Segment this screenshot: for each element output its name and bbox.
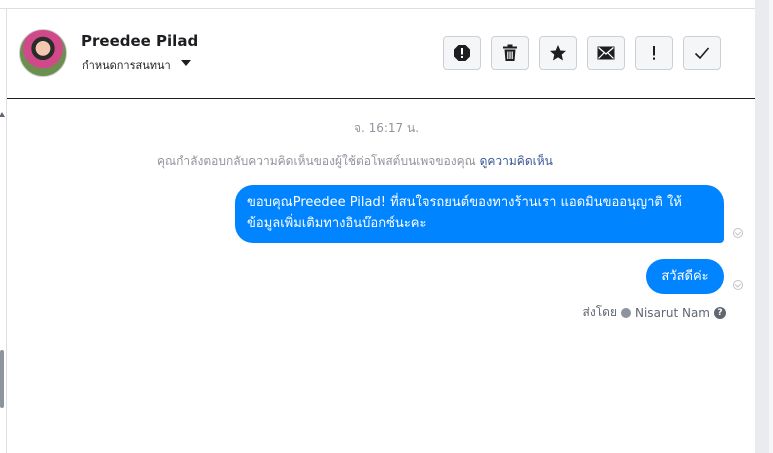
right-scrollbar[interactable]	[755, 0, 773, 453]
chevron-down-icon[interactable]	[181, 60, 191, 66]
envelope-icon	[597, 46, 615, 60]
exclamation-icon	[653, 46, 655, 60]
seen-check-icon	[733, 280, 743, 290]
check-icon	[694, 47, 710, 60]
admin-badge-icon	[621, 307, 631, 318]
trash-icon	[503, 44, 517, 61]
notice-text: คุณกำลังตอบกลับความคิดเห็นของผู้ใช้ต่อโพ…	[157, 154, 476, 168]
help-icon[interactable]: ?	[714, 306, 726, 319]
seen-check-icon	[733, 228, 743, 238]
follow-up-button[interactable]	[635, 36, 673, 70]
message-bubble[interactable]: สวัสดีค่ะ	[646, 259, 724, 294]
spam-button[interactable]	[443, 36, 481, 70]
resize-handle[interactable]	[0, 350, 4, 408]
spam-icon	[454, 45, 470, 61]
assign-conversation-label[interactable]: กำหนดการสนทนา	[82, 56, 171, 74]
caret-up-icon[interactable]	[0, 112, 5, 117]
comment-reply-notice: คุณกำลังตอบกลับความคิดเห็นของผู้ใช้ต่อโพ…	[157, 152, 553, 171]
star-button[interactable]	[539, 36, 577, 70]
conversation-header: Preedee Pilad กำหนดการสนทนา	[7, 9, 755, 98]
message-bubble[interactable]: ขอบคุณPreedee Pilad! ที่สนใจรถยนต์ของทาง…	[235, 185, 724, 243]
header-divider	[7, 98, 755, 99]
avatar[interactable]	[19, 29, 67, 77]
message-timestamp: จ. 16:17 น.	[353, 121, 420, 135]
sender-name[interactable]: Nisarut Nam	[635, 306, 710, 320]
scrollbar-track	[769, 0, 773, 453]
view-comment-link[interactable]: ดูความคิดเห็น	[480, 154, 553, 168]
mark-done-button[interactable]	[683, 36, 721, 70]
delete-button[interactable]	[491, 36, 529, 70]
sent-by-info: ส่งโดย Nisarut Nam ?	[583, 303, 726, 322]
mark-unread-button[interactable]	[587, 36, 625, 70]
contact-name[interactable]: Preedee Pilad	[81, 32, 198, 50]
sent-by-label: ส่งโดย	[582, 305, 617, 319]
star-icon	[550, 45, 566, 61]
